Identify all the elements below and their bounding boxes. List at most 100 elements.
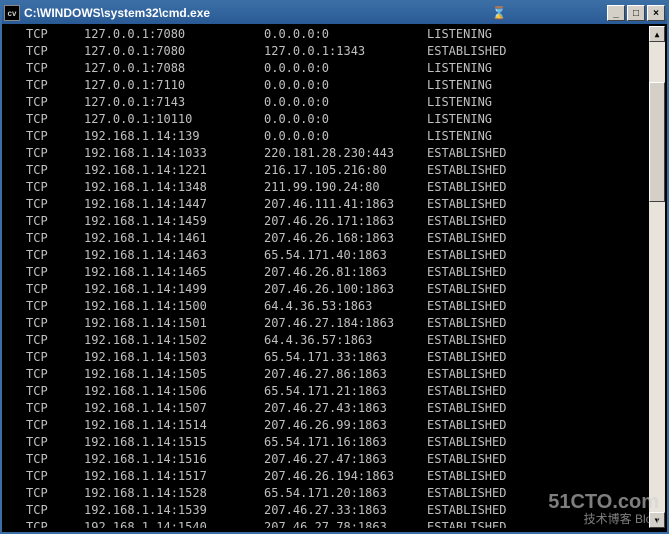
local-address-cell: 192.168.1.14:1465 [84,264,264,281]
local-address-cell: 127.0.0.1:7080 [84,26,264,43]
proto-cell: TCP [26,366,84,383]
remote-address-cell: 127.0.0.1:1343 [264,43,427,60]
titlebar[interactable]: cv C:\WINDOWS\system32\cmd.exe ⌛ _ □ × [2,2,667,24]
netstat-row: TCP192.168.1.14:1390.0.0.0:0LISTENING [6,128,649,145]
local-address-cell: 192.168.1.14:1502 [84,332,264,349]
state-cell: ESTABLISHED [427,366,649,383]
row-indent [6,417,26,434]
local-address-cell: 127.0.0.1:7088 [84,60,264,77]
remote-address-cell: 207.46.27.43:1863 [264,400,427,417]
row-indent [6,366,26,383]
proto-cell: TCP [26,196,84,213]
remote-address-cell: 207.46.111.41:1863 [264,196,427,213]
minimize-button[interactable]: _ [607,5,625,21]
local-address-cell: 192.168.1.14:139 [84,128,264,145]
state-cell: ESTABLISHED [427,162,649,179]
netstat-row: TCP192.168.1.14:150064.4.36.53:1863ESTAB… [6,298,649,315]
state-cell: ESTABLISHED [427,519,649,528]
row-indent [6,264,26,281]
remote-address-cell: 207.46.27.33:1863 [264,502,427,519]
row-indent [6,519,26,528]
local-address-cell: 127.0.0.1:7143 [84,94,264,111]
proto-cell: TCP [26,264,84,281]
local-address-cell: 192.168.1.14:1539 [84,502,264,519]
netstat-row: TCP192.168.1.14:1461207.46.26.168:1863ES… [6,230,649,247]
local-address-cell: 192.168.1.14:1528 [84,485,264,502]
state-cell: ESTABLISHED [427,400,649,417]
state-cell: LISTENING [427,77,649,94]
proto-cell: TCP [26,94,84,111]
remote-address-cell: 211.99.190.24:80 [264,179,427,196]
netstat-row: TCP192.168.1.14:1033220.181.28.230:443ES… [6,145,649,162]
proto-cell: TCP [26,519,84,528]
remote-address-cell: 207.46.27.78:1863 [264,519,427,528]
state-cell: LISTENING [427,60,649,77]
netstat-row: TCP192.168.1.14:1516207.46.27.47:1863EST… [6,451,649,468]
state-cell: ESTABLISHED [427,315,649,332]
remote-address-cell: 65.54.171.20:1863 [264,485,427,502]
proto-cell: TCP [26,485,84,502]
local-address-cell: 127.0.0.1:7110 [84,77,264,94]
proto-cell: TCP [26,230,84,247]
local-address-cell: 192.168.1.14:1447 [84,196,264,213]
netstat-row: TCP192.168.1.14:150665.54.171.21:1863EST… [6,383,649,400]
netstat-row: TCP192.168.1.14:1505207.46.27.86:1863EST… [6,366,649,383]
netstat-row: TCP192.168.1.14:152865.54.171.20:1863EST… [6,485,649,502]
row-indent [6,196,26,213]
state-cell: LISTENING [427,26,649,43]
netstat-row: TCP192.168.1.14:1348211.99.190.24:80ESTA… [6,179,649,196]
scroll-down-button[interactable]: ▼ [649,512,665,528]
state-cell: ESTABLISHED [427,264,649,281]
proto-cell: TCP [26,247,84,264]
local-address-cell: 192.168.1.14:1540 [84,519,264,528]
remote-address-cell: 65.54.171.21:1863 [264,383,427,400]
netstat-row: TCP192.168.1.14:1517207.46.26.194:1863ES… [6,468,649,485]
state-cell: ESTABLISHED [427,349,649,366]
window-buttons: _ □ × [607,5,665,21]
state-cell: LISTENING [427,111,649,128]
local-address-cell: 192.168.1.14:1500 [84,298,264,315]
netstat-row: TCP192.168.1.14:151565.54.171.16:1863EST… [6,434,649,451]
remote-address-cell: 207.46.27.47:1863 [264,451,427,468]
local-address-cell: 192.168.1.14:1221 [84,162,264,179]
state-cell: ESTABLISHED [427,451,649,468]
row-indent [6,26,26,43]
state-cell: LISTENING [427,94,649,111]
row-indent [6,485,26,502]
proto-cell: TCP [26,434,84,451]
proto-cell: TCP [26,43,84,60]
remote-address-cell: 64.4.36.57:1863 [264,332,427,349]
row-indent [6,281,26,298]
netstat-row: TCP192.168.1.14:1540207.46.27.78:1863EST… [6,519,649,528]
row-indent [6,94,26,111]
row-indent [6,434,26,451]
proto-cell: TCP [26,60,84,77]
local-address-cell: 192.168.1.14:1507 [84,400,264,417]
row-indent [6,332,26,349]
row-indent [6,247,26,264]
scroll-up-button[interactable]: ▲ [649,26,665,42]
proto-cell: TCP [26,213,84,230]
netstat-row: TCP127.0.0.1:7080127.0.0.1:1343ESTABLISH… [6,43,649,60]
remote-address-cell: 216.17.105.216:80 [264,162,427,179]
remote-address-cell: 220.181.28.230:443 [264,145,427,162]
state-cell: ESTABLISHED [427,247,649,264]
terminal-output[interactable]: TCP127.0.0.1:70800.0.0.0:0LISTENING TCP1… [6,26,649,528]
proto-cell: TCP [26,315,84,332]
scroll-track[interactable] [649,42,665,512]
proto-cell: TCP [26,111,84,128]
local-address-cell: 192.168.1.14:1503 [84,349,264,366]
proto-cell: TCP [26,128,84,145]
maximize-button[interactable]: □ [627,5,645,21]
row-indent [6,468,26,485]
state-cell: ESTABLISHED [427,196,649,213]
vertical-scrollbar[interactable]: ▲ ▼ [649,26,665,528]
local-address-cell: 192.168.1.14:1505 [84,366,264,383]
scroll-thumb[interactable] [649,82,665,202]
close-button[interactable]: × [647,5,665,21]
local-address-cell: 192.168.1.14:1461 [84,230,264,247]
netstat-row: TCP127.0.0.1:70880.0.0.0:0LISTENING [6,60,649,77]
row-indent [6,162,26,179]
remote-address-cell: 0.0.0.0:0 [264,111,427,128]
remote-address-cell: 0.0.0.0:0 [264,26,427,43]
